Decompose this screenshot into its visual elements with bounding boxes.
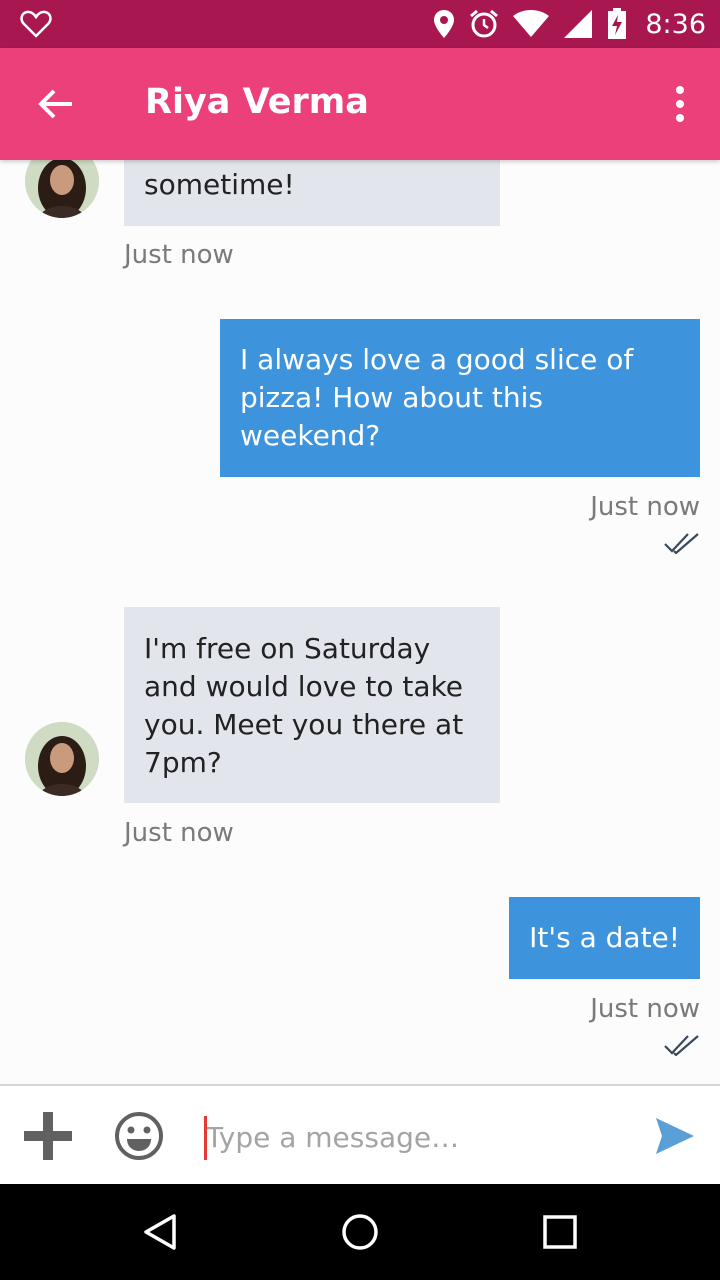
- message-text: I'm free on Saturday and would love to t…: [144, 632, 464, 779]
- message-input[interactable]: [204, 1106, 628, 1168]
- system-nav-bar: [0, 1184, 720, 1280]
- message-timestamp: Just now: [124, 818, 234, 848]
- message-timestamp: Just now: [590, 492, 700, 522]
- double-check-icon: [664, 533, 699, 554]
- more-vert-icon[interactable]: [670, 86, 690, 122]
- home-circle-icon[interactable]: [340, 1212, 380, 1252]
- message-list[interactable]: sometime! Just now I always love a good …: [0, 160, 720, 1085]
- status-icons: 8:36: [433, 0, 706, 48]
- app-bar: Riya Verma: [0, 48, 720, 160]
- message-composer: [0, 1084, 720, 1186]
- text-cursor: [204, 1116, 207, 1160]
- message-bubble-incoming[interactable]: I'm free on Saturday and would love to t…: [124, 607, 500, 803]
- heart-outline-icon: [20, 10, 52, 38]
- message-text: sometime!: [144, 168, 295, 201]
- signal-icon: [564, 10, 593, 38]
- status-bar: 8:36: [0, 0, 720, 48]
- emoji-icon[interactable]: [114, 1111, 164, 1161]
- avatar[interactable]: [25, 160, 99, 218]
- arrow-back-icon[interactable]: [36, 84, 76, 124]
- alarm-icon: [470, 9, 499, 38]
- message-bubble-incoming[interactable]: sometime!: [124, 160, 500, 226]
- message-bubble-outgoing[interactable]: I always love a good slice of pizza! How…: [220, 319, 700, 477]
- status-time: 8:36: [645, 8, 706, 40]
- avatar[interactable]: [25, 722, 99, 796]
- avatar-photo: [25, 722, 99, 796]
- location-icon: [434, 10, 455, 38]
- recents-square-icon[interactable]: [540, 1212, 580, 1252]
- avatar-photo: [25, 160, 99, 218]
- message-timestamp: Just now: [124, 240, 234, 270]
- conversation-title: Riya Verma: [145, 82, 369, 122]
- send-icon[interactable]: [654, 1116, 696, 1156]
- plus-icon[interactable]: [22, 1110, 74, 1162]
- wifi-icon: [513, 10, 550, 37]
- message-bubble-outgoing[interactable]: It's a date!: [509, 897, 700, 979]
- message-text: I always love a good slice of pizza! How…: [240, 343, 634, 452]
- back-triangle-icon[interactable]: [140, 1212, 180, 1252]
- double-check-icon: [664, 1035, 699, 1056]
- battery-charging-icon: [608, 8, 627, 39]
- message-timestamp: Just now: [590, 994, 700, 1024]
- message-text: It's a date!: [529, 921, 680, 954]
